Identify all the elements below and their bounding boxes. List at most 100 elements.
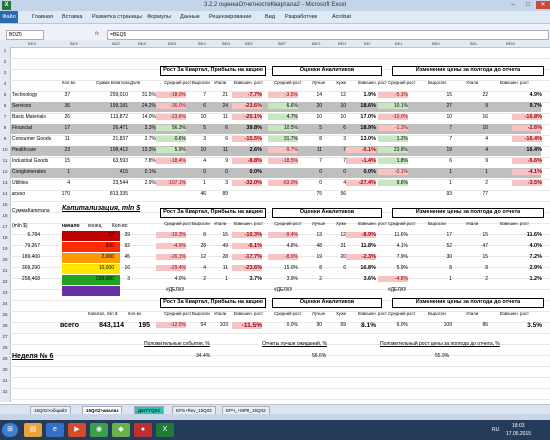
cap-cell-w2[interactable]: -2.3%: [346, 254, 376, 260]
cell-share[interactable]: 31.5%: [126, 92, 156, 98]
cap-cell-d3[interactable]: 2: [458, 276, 488, 282]
cell-u3[interactable]: 1: [422, 169, 452, 175]
col-header[interactable]: BEB: [168, 41, 176, 46]
cap-from[interactable]: 6,784: [10, 232, 40, 238]
sector-name[interactable]: Services: [12, 103, 31, 109]
cell-down[interactable]: 3: [198, 180, 228, 186]
cell-d3[interactable]: 16: [458, 114, 488, 120]
tab-acrobat[interactable]: Acrobat: [332, 14, 351, 20]
total-cell-a3[interactable]: 6.0%: [378, 322, 408, 328]
cap-cell-d3[interactable]: 15: [458, 232, 488, 238]
cell-w[interactable]: 39.8%: [232, 125, 262, 131]
cell-cap[interactable]: 199,181: [98, 103, 128, 109]
cell-w2[interactable]: 18.6%: [346, 103, 376, 109]
cell-wr[interactable]: 0: [316, 169, 346, 175]
row-header[interactable]: 1: [0, 48, 10, 53]
col-header[interactable]: BEL: [470, 41, 478, 46]
cell-d3[interactable]: 2: [458, 180, 488, 186]
cap-cell-d3[interactable]: 8: [458, 265, 488, 271]
cap-cell-a3[interactable]: 4.1%: [378, 243, 408, 249]
row-header[interactable]: 17: [0, 224, 10, 229]
cell-d3[interactable]: 9: [458, 103, 488, 109]
cell-wr[interactable]: 7: [316, 158, 346, 164]
cap-cell-a3[interactable]: 5.9%: [378, 265, 408, 271]
excel-taskbar-icon[interactable]: X: [156, 423, 174, 437]
cell-share[interactable]: 24.2%: [126, 103, 156, 109]
total-cell-u3[interactable]: 109: [422, 322, 452, 328]
close-button[interactable]: ✕: [536, 1, 550, 9]
cell-wr[interactable]: 6: [316, 125, 346, 131]
cap-to[interactable]: 2,000: [84, 254, 114, 260]
cell-w3[interactable]: 4.9%: [512, 92, 542, 98]
row-header[interactable]: 15: [0, 202, 10, 207]
cell-a3[interactable]: -5.1%: [378, 92, 408, 98]
cap-cell-w3[interactable]: 4.0%: [512, 243, 542, 249]
cap-cell-w[interactable]: -10.3%: [232, 232, 262, 238]
cap-cell-u3[interactable]: 17: [422, 232, 452, 238]
row-header[interactable]: 5: [0, 92, 10, 97]
cap-to[interactable]: 300: [84, 243, 114, 249]
row-header[interactable]: 24: [0, 301, 10, 306]
row-header[interactable]: 32: [0, 389, 10, 394]
tab-home[interactable]: Главная: [32, 14, 53, 20]
cap-cell-d3[interactable]: 15: [458, 254, 488, 260]
cell-cap[interactable]: 63,593: [98, 158, 128, 164]
cap-count[interactable]: 45: [118, 254, 130, 260]
cell-a3[interactable]: 1.2%: [378, 136, 408, 142]
cap-cell-a3[interactable]: 7.9%: [378, 254, 408, 260]
cap-from[interactable]: 79,267: [10, 243, 40, 249]
cap-cell-down[interactable]: 15: [198, 232, 228, 238]
col-header[interactable]: BEM: [506, 41, 515, 46]
cell-wr[interactable]: 10: [316, 103, 346, 109]
cell-cap[interactable]: 415: [98, 169, 128, 175]
app-icon[interactable]: ◆: [112, 423, 130, 437]
tab-insert[interactable]: Вставка: [62, 14, 82, 20]
cap-cell-u3[interactable]: 8: [422, 265, 452, 271]
name-box[interactable]: BDZ5: [6, 30, 44, 40]
cap-to[interactable]: 50: [84, 232, 114, 238]
row-header[interactable]: 14: [0, 191, 10, 196]
language-indicator[interactable]: RU: [492, 427, 499, 433]
cell-w2[interactable]: -27.4%: [346, 180, 376, 186]
cap-cell-down[interactable]: 11: [198, 265, 228, 271]
row-header[interactable]: 22: [0, 279, 10, 284]
cap-cell-wr[interactable]: 31: [316, 243, 346, 249]
cell-share[interactable]: 7.8%: [126, 158, 156, 164]
cell-n[interactable]: 1: [40, 169, 70, 175]
cap-cell-w3[interactable]: 7.2%: [512, 254, 542, 260]
cell-w3[interactable]: 16.4%: [512, 147, 542, 153]
cell-wr[interactable]: 10: [316, 114, 346, 120]
cell-u3[interactable]: 27: [422, 103, 452, 109]
cap-cell-w3[interactable]: 1.2%: [512, 276, 542, 282]
cell-n[interactable]: 4: [40, 180, 70, 186]
cell-cap[interactable]: 23,544: [98, 180, 128, 186]
cell-share[interactable]: 3.3%: [126, 125, 156, 131]
cell-w[interactable]: -20.1%: [232, 114, 262, 120]
cell-w3[interactable]: 9.7%: [512, 103, 542, 109]
cap-cell-w2[interactable]: 16.8%: [346, 265, 376, 271]
cell-cap[interactable]: 21,837: [98, 136, 128, 142]
cell-share[interactable]: 14.0%: [126, 114, 156, 120]
cell-w3[interactable]: -5.6%: [512, 158, 542, 164]
cell-u3[interactable]: 7: [422, 125, 452, 131]
col-header[interactable]: BEA: [138, 41, 146, 46]
tab-developer[interactable]: Разработчик: [285, 14, 317, 20]
cap-cell-down[interactable]: 28: [198, 254, 228, 260]
cell-w2[interactable]: -1.4%: [346, 158, 376, 164]
total-cell-down[interactable]: 103: [198, 322, 228, 328]
cell-n[interactable]: 11: [40, 136, 70, 142]
cell-d3[interactable]: 22: [458, 92, 488, 98]
file-tab[interactable]: Файл: [0, 11, 18, 23]
chrome-icon[interactable]: ◉: [90, 423, 108, 437]
cell-u3[interactable]: 93: [422, 191, 452, 197]
col-header[interactable]: BEE: [245, 41, 253, 46]
cap-cell-u3[interactable]: 30: [422, 254, 452, 260]
sector-name[interactable]: всего: [12, 191, 25, 197]
cap-cell-down[interactable]: 1: [198, 276, 228, 282]
row-header[interactable]: 16: [0, 213, 10, 218]
cell-n[interactable]: 170: [40, 191, 70, 197]
row-header[interactable]: 3: [0, 70, 10, 75]
total-cell-w3[interactable]: 3.5%: [512, 322, 542, 329]
cell-w2[interactable]: 17.0%: [346, 114, 376, 120]
cell-w[interactable]: -15.5%: [232, 136, 262, 142]
